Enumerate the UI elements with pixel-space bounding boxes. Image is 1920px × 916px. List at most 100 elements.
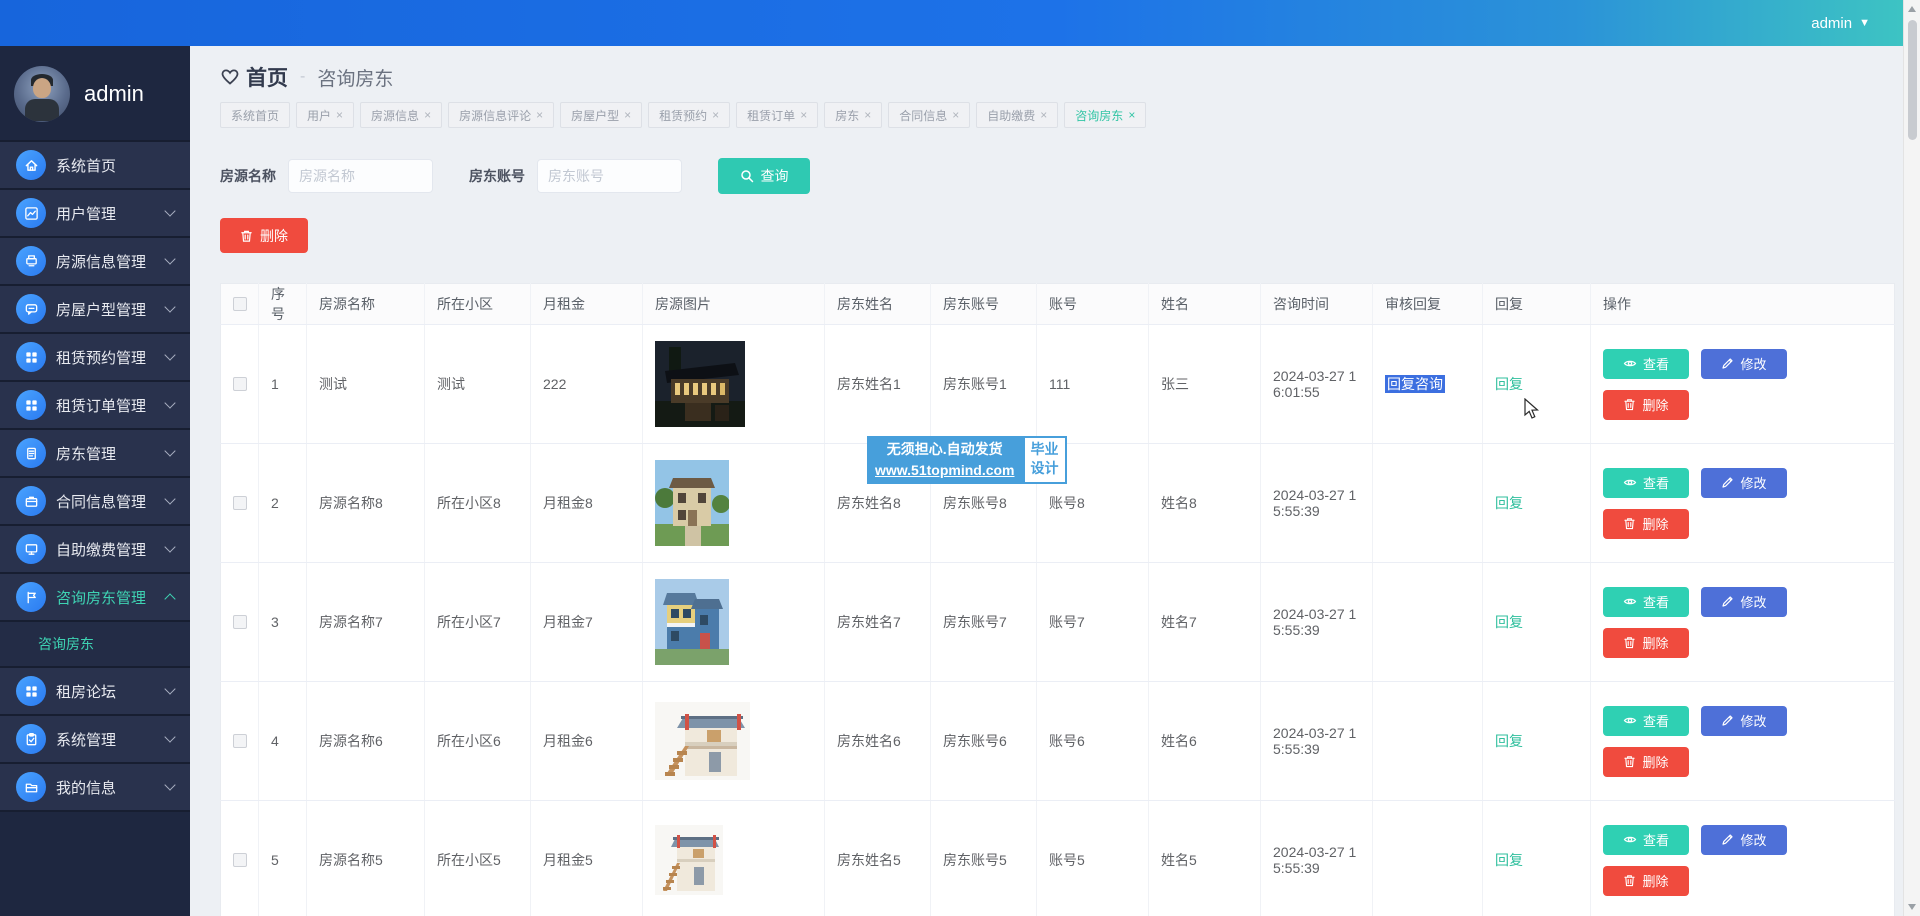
close-icon[interactable]: × bbox=[800, 108, 807, 122]
sidebar-item-my-info[interactable]: 我的信息 bbox=[0, 764, 190, 812]
edit-label: 修改 bbox=[1740, 354, 1766, 373]
edit-button[interactable]: 修改 bbox=[1701, 706, 1787, 736]
delete-button[interactable]: 删除 bbox=[1603, 866, 1689, 896]
tab-landlord[interactable]: 房东× bbox=[824, 102, 882, 128]
close-icon[interactable]: × bbox=[536, 108, 543, 122]
chevron-down-icon bbox=[164, 683, 175, 694]
sidebar-item-house-info[interactable]: 房源信息管理 bbox=[0, 238, 190, 286]
pencil-icon bbox=[1721, 357, 1734, 370]
delete-button[interactable]: 删除 bbox=[1603, 509, 1689, 539]
tab-lease-order[interactable]: 租赁订单× bbox=[736, 102, 818, 128]
delete-button[interactable]: 删除 bbox=[1603, 628, 1689, 658]
sidebar-item-lease-booking[interactable]: 租赁预约管理 bbox=[0, 334, 190, 382]
edit-button[interactable]: 修改 bbox=[1701, 349, 1787, 379]
sidebar: admin 系统首页 用户管理 房源信息管理 房屋 bbox=[0, 46, 190, 916]
row-checkbox[interactable] bbox=[233, 496, 247, 510]
close-icon[interactable]: × bbox=[1128, 108, 1135, 122]
user-menu[interactable]: admin ▼ bbox=[1811, 0, 1870, 46]
table-row: 5 房源名称5 所在小区5 月租金5 房东姓名5 房东账号5 账号5 姓名5 bbox=[221, 801, 1895, 916]
row-checkbox[interactable] bbox=[233, 615, 247, 629]
close-icon[interactable]: × bbox=[1040, 108, 1047, 122]
scroll-down-arrow-icon[interactable] bbox=[1908, 904, 1916, 910]
row-checkbox[interactable] bbox=[233, 734, 247, 748]
scroll-up-arrow-icon[interactable] bbox=[1908, 6, 1916, 12]
view-button[interactable]: 查看 bbox=[1603, 349, 1689, 379]
cell-consult-time: 2024-03-27 15:55:39 bbox=[1261, 682, 1373, 801]
row-checkbox[interactable] bbox=[233, 853, 247, 867]
tab-self-payment[interactable]: 自助缴费× bbox=[976, 102, 1058, 128]
cell-consult-time: 2024-03-27 16:01:55 bbox=[1261, 325, 1373, 444]
reply-link[interactable]: 回复 bbox=[1495, 852, 1523, 868]
view-button[interactable]: 查看 bbox=[1603, 587, 1689, 617]
vertical-scrollbar[interactable] bbox=[1903, 0, 1920, 916]
edit-button[interactable]: 修改 bbox=[1701, 468, 1787, 498]
delete-button[interactable]: 删除 bbox=[1603, 390, 1689, 420]
house-name-input[interactable] bbox=[288, 159, 433, 193]
sidebar-item-consult-landlord-mgmt[interactable]: 咨询房东管理 bbox=[0, 574, 190, 622]
sidebar-item-home[interactable]: 系统首页 bbox=[0, 142, 190, 190]
search-button-label: 查询 bbox=[761, 166, 789, 186]
reply-link[interactable]: 回复 bbox=[1495, 733, 1523, 749]
tab-house-type[interactable]: 房屋户型× bbox=[560, 102, 642, 128]
landlord-account-input[interactable] bbox=[537, 159, 682, 193]
close-icon[interactable]: × bbox=[424, 108, 431, 122]
edit-button[interactable]: 修改 bbox=[1701, 825, 1787, 855]
sidebar-item-contract[interactable]: 合同信息管理 bbox=[0, 478, 190, 526]
tab-consult-landlord[interactable]: 咨询房东× bbox=[1064, 102, 1146, 128]
delete-button[interactable]: 删除 bbox=[1603, 747, 1689, 777]
cell-rent: 222 bbox=[531, 325, 643, 444]
sidebar-item-users[interactable]: 用户管理 bbox=[0, 190, 190, 238]
tab-lease-booking[interactable]: 租赁预约× bbox=[648, 102, 730, 128]
tab-house-info[interactable]: 房源信息 × bbox=[360, 102, 442, 128]
cell-rent: 月租金7 bbox=[531, 563, 643, 682]
sidebar-item-landlord[interactable]: 房东管理 bbox=[0, 430, 190, 478]
sidebar-item-self-payment[interactable]: 自助缴费管理 bbox=[0, 526, 190, 574]
cell-landlord-account: 房东账号7 bbox=[931, 563, 1037, 682]
watermark-url: www.51topmind.com bbox=[875, 460, 1015, 481]
tab-label: 房源信息 bbox=[371, 107, 419, 124]
top-navbar: admin ▼ bbox=[0, 0, 1920, 46]
grid-icon bbox=[16, 390, 46, 420]
tab-home[interactable]: 系统首页 bbox=[220, 102, 290, 128]
chevron-down-icon bbox=[164, 253, 175, 264]
reply-link[interactable]: 回复 bbox=[1495, 376, 1523, 392]
select-all-checkbox[interactable] bbox=[233, 297, 247, 311]
scrollbar-thumb[interactable] bbox=[1908, 20, 1917, 140]
close-icon[interactable]: × bbox=[624, 108, 631, 122]
sidebar-item-house-type[interactable]: 房屋户型管理 bbox=[0, 286, 190, 334]
chevron-down-icon bbox=[164, 541, 175, 552]
landlord-account-label: 房东账号 bbox=[469, 166, 525, 186]
tab-label: 系统首页 bbox=[231, 107, 279, 124]
sidebar-item-forum[interactable]: 租房论坛 bbox=[0, 668, 190, 716]
avatar bbox=[14, 66, 70, 122]
sidebar-item-lease-order[interactable]: 租赁订单管理 bbox=[0, 382, 190, 430]
close-icon[interactable]: × bbox=[864, 108, 871, 122]
edit-button[interactable]: 修改 bbox=[1701, 587, 1787, 617]
delete-label: 删除 bbox=[1642, 752, 1668, 771]
tab-contract[interactable]: 合同信息× bbox=[888, 102, 970, 128]
view-button[interactable]: 查看 bbox=[1603, 825, 1689, 855]
col-community: 所在小区 bbox=[425, 284, 531, 325]
row-checkbox[interactable] bbox=[233, 377, 247, 391]
breadcrumb-home[interactable]: 首页 bbox=[246, 62, 288, 92]
eye-icon bbox=[1623, 595, 1637, 608]
edit-label: 修改 bbox=[1740, 473, 1766, 492]
view-button[interactable]: 查看 bbox=[1603, 468, 1689, 498]
sidebar-subitem-consult-landlord[interactable]: 咨询房东 bbox=[0, 622, 190, 668]
chevron-down-icon bbox=[164, 493, 175, 504]
cell-community: 所在小区7 bbox=[425, 563, 531, 682]
tab-house-comments[interactable]: 房源信息评论× bbox=[448, 102, 554, 128]
delete-label: 删除 bbox=[1642, 633, 1668, 652]
cell-landlord-account: 房东账号6 bbox=[931, 682, 1037, 801]
search-button[interactable]: 查询 bbox=[718, 158, 810, 194]
sidebar-item-system[interactable]: 系统管理 bbox=[0, 716, 190, 764]
reply-link[interactable]: 回复 bbox=[1495, 614, 1523, 630]
close-icon[interactable]: × bbox=[952, 108, 959, 122]
bulk-delete-button[interactable]: 删除 bbox=[220, 218, 308, 253]
reply-link[interactable]: 回复 bbox=[1495, 495, 1523, 511]
view-button[interactable]: 查看 bbox=[1603, 706, 1689, 736]
tab-users[interactable]: 用户× bbox=[296, 102, 354, 128]
property-photo bbox=[655, 341, 812, 427]
close-icon[interactable]: × bbox=[712, 108, 719, 122]
close-icon[interactable]: × bbox=[336, 108, 343, 122]
